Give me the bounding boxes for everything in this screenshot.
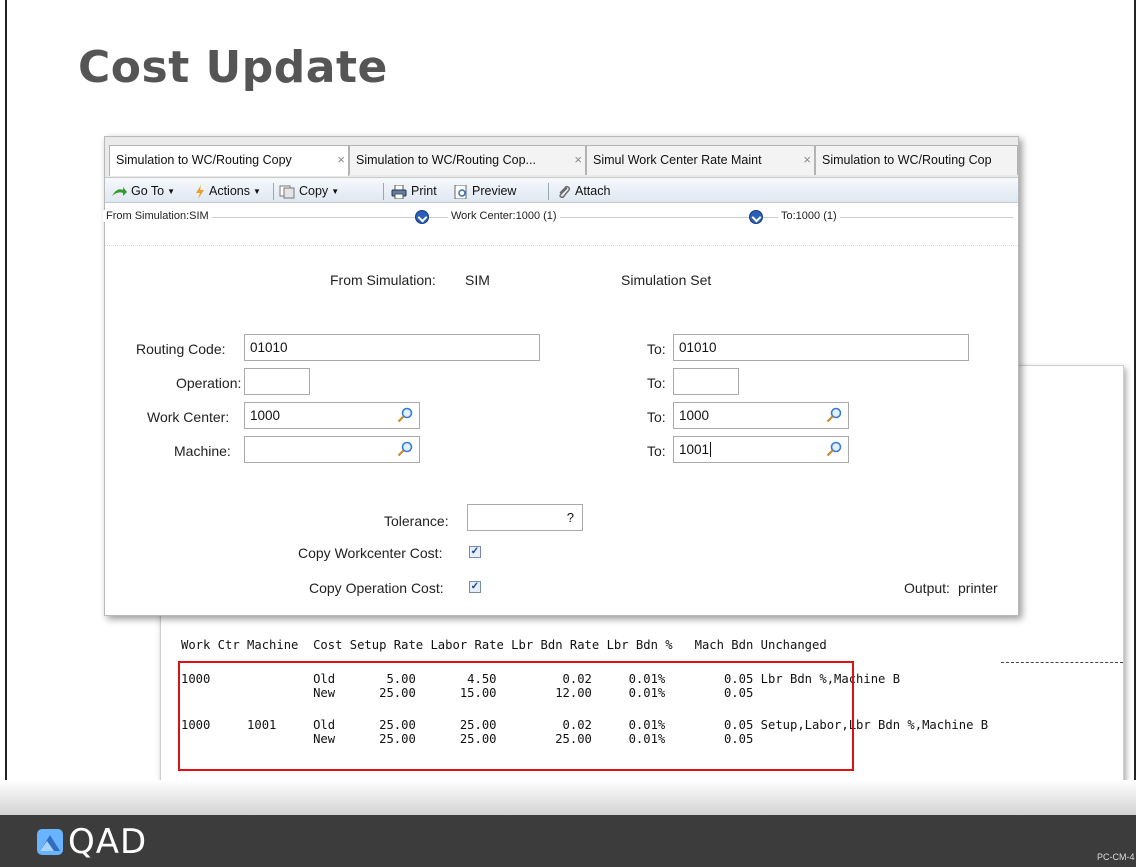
- tolerance-help: ?: [566, 510, 574, 525]
- path-to: To:1000 (1): [778, 210, 840, 222]
- lookup-magnifier-icon[interactable]: [397, 441, 413, 457]
- lookup-magnifier-icon[interactable]: [826, 407, 842, 423]
- slide-title: Cost Update: [78, 42, 388, 93]
- operation-label: Operation:: [176, 375, 242, 391]
- close-tab-icon[interactable]: ×: [574, 146, 582, 174]
- machine-to-value: 1001: [679, 442, 710, 457]
- tab-label: Simulation to WC/Routing Cop...: [356, 153, 536, 167]
- output-label: Output:: [904, 580, 950, 596]
- goto-label: Go To: [131, 184, 165, 198]
- from-simulation-value: SIM: [465, 272, 490, 288]
- toolbar-separator: [383, 183, 384, 200]
- dropdown-caret-icon: ▼: [331, 186, 340, 196]
- work-center-to-value: 1000: [679, 408, 710, 423]
- copy-button[interactable]: Copy ▼: [279, 182, 339, 200]
- machine-to-label: To:: [647, 443, 666, 459]
- copy-label: Copy: [299, 184, 329, 198]
- tab-label: Simul Work Center Rate Maint: [593, 153, 762, 167]
- preview-button[interactable]: Preview: [454, 182, 516, 200]
- path-from-simulation: From Simulation:SIM: [103, 210, 212, 222]
- printer-icon: [391, 184, 407, 199]
- operation-to-input[interactable]: [673, 368, 739, 395]
- work-center-value: 1000: [250, 408, 281, 423]
- copy-operation-cost-checkbox[interactable]: ✓: [469, 581, 481, 593]
- qad-logo-text: QAD: [68, 822, 148, 862]
- tab-label: Simulation to WC/Routing Copy: [116, 153, 292, 167]
- actions-label: Actions: [209, 184, 250, 198]
- preview-icon: [454, 184, 467, 199]
- machine-label: Machine:: [174, 443, 231, 459]
- routing-code-to-input[interactable]: 01010: [673, 334, 969, 361]
- work-center-to-label: To:: [647, 409, 666, 425]
- work-center-to-input[interactable]: 1000: [673, 402, 849, 429]
- qad-logo-icon: [37, 829, 63, 855]
- toolbar-separator: [548, 183, 549, 200]
- copy-icon: [279, 185, 295, 199]
- work-center-label: Work Center:: [147, 409, 230, 425]
- paperclip-icon: [559, 185, 571, 198]
- slide-code: PC-CM-4: [1097, 852, 1135, 862]
- operation-to-label: To:: [647, 375, 666, 391]
- goto-arrow-icon: [112, 186, 127, 196]
- tab-simulation-copy-3[interactable]: Simulation to WC/Routing Cop: [815, 145, 1018, 175]
- toolbar-separator: [273, 183, 274, 200]
- report-divider: [1001, 662, 1123, 663]
- print-label: Print: [411, 184, 437, 198]
- copy-workcenter-cost-checkbox[interactable]: ✓: [469, 546, 481, 558]
- attach-label: Attach: [575, 184, 611, 198]
- actions-lightning-icon: [196, 184, 204, 199]
- path-work-center: Work Center:1000 (1): [448, 210, 560, 222]
- footer-shadow: [0, 780, 1136, 815]
- qad-window: Simulation to WC/Routing Copy × Simulati…: [103, 136, 1019, 616]
- operation-input[interactable]: [244, 368, 310, 395]
- machine-to-input[interactable]: 1001: [673, 436, 849, 463]
- dropdown-caret-icon: ▼: [253, 186, 261, 196]
- path-bar: From Simulation:SIM Work Center:1000 (1)…: [103, 204, 1018, 230]
- from-simulation-label: From Simulation:: [330, 272, 436, 288]
- lookup-magnifier-icon[interactable]: [397, 407, 413, 423]
- copy-workcenter-cost-label: Copy Workcenter Cost:: [298, 545, 443, 561]
- routing-code-label: Routing Code:: [136, 341, 226, 357]
- copy-operation-cost-label: Copy Operation Cost:: [309, 580, 444, 596]
- routing-code-to-label: To:: [647, 341, 666, 357]
- footer-bar: [0, 815, 1136, 867]
- tab-simulation-copy-2[interactable]: Simulation to WC/Routing Cop... ×: [349, 145, 586, 175]
- form-divider: [105, 245, 1018, 246]
- actions-button[interactable]: Actions ▼: [195, 182, 261, 200]
- tolerance-input[interactable]: ?: [467, 504, 583, 531]
- work-center-input[interactable]: 1000: [244, 402, 420, 429]
- tab-label: Simulation to WC/Routing Cop: [822, 153, 992, 167]
- simulation-set-label: Simulation Set: [621, 272, 712, 288]
- machine-input[interactable]: [244, 436, 420, 463]
- dropdown-caret-icon: ▼: [167, 186, 176, 196]
- close-tab-icon[interactable]: ×: [337, 146, 345, 174]
- lookup-magnifier-icon[interactable]: [826, 441, 842, 457]
- attach-button[interactable]: Attach: [557, 182, 610, 200]
- tab-bar: Simulation to WC/Routing Copy × Simulati…: [105, 137, 1018, 179]
- tolerance-label: Tolerance:: [384, 513, 449, 529]
- goto-button[interactable]: Go To ▼: [111, 182, 175, 200]
- path-line: [107, 217, 1013, 218]
- output-value: printer: [958, 580, 998, 596]
- text-cursor: [710, 442, 712, 457]
- highlight-box: [178, 661, 854, 771]
- routing-code-input[interactable]: 01010: [244, 334, 540, 361]
- tab-work-center-rate[interactable]: Simul Work Center Rate Maint ×: [586, 145, 815, 175]
- tab-simulation-copy-1[interactable]: Simulation to WC/Routing Copy ×: [109, 145, 349, 176]
- close-tab-icon[interactable]: ×: [803, 146, 811, 174]
- preview-label: Preview: [472, 184, 517, 198]
- print-button[interactable]: Print: [391, 182, 437, 200]
- toolbar: Go To ▼ Actions ▼ Copy ▼ Print Preview Atta…: [105, 177, 1018, 203]
- path-expand-icon[interactable]: [415, 210, 429, 224]
- report-header: Work Ctr Machine Cost Setup Rate Labor R…: [181, 638, 827, 652]
- path-expand-icon[interactable]: [749, 210, 763, 224]
